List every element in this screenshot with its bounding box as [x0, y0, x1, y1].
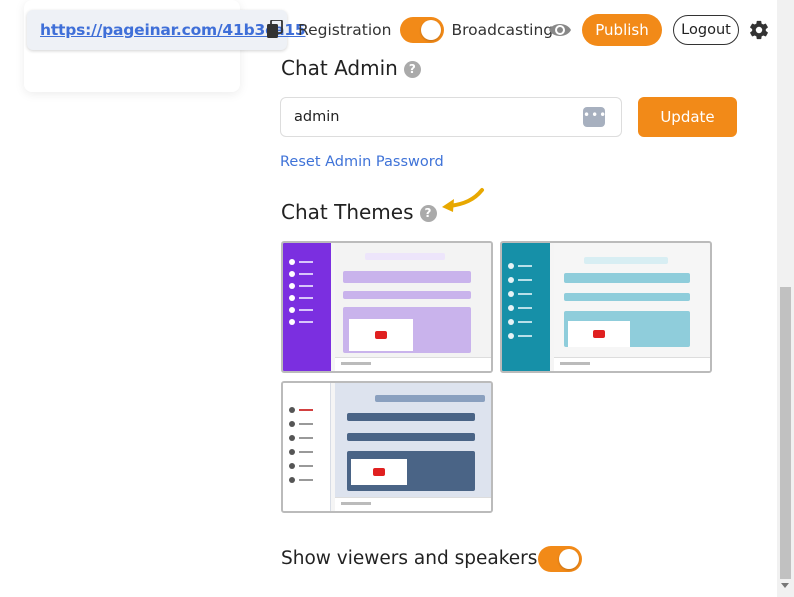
help-icon[interactable]: ? [419, 205, 437, 222]
theme-sidebar [283, 383, 331, 511]
registration-toggle[interactable] [400, 17, 445, 43]
eye-icon[interactable] [548, 20, 572, 40]
chat-themes-heading: Chat Themes? [281, 200, 437, 224]
logout-button[interactable]: Logout [673, 15, 739, 45]
chat-admin-heading: Chat Admin? [281, 56, 421, 80]
pointer-arrow-icon [442, 188, 484, 212]
copy-icon[interactable] [267, 20, 283, 38]
toggle-knob [421, 20, 442, 40]
admin-username-input[interactable] [280, 97, 622, 137]
chat-themes-title: Chat Themes [281, 200, 414, 224]
theme-sidebar [283, 243, 331, 371]
publish-button[interactable]: Publish [582, 14, 662, 46]
gear-icon[interactable] [748, 19, 770, 41]
theme-sidebar [502, 243, 550, 371]
theme-chat-area [335, 243, 491, 371]
page-url-link[interactable]: https://pageinar.com/41b3ca15 [40, 21, 306, 39]
help-icon[interactable]: ? [403, 61, 421, 78]
toggle-knob [559, 549, 579, 569]
update-button[interactable]: Update [638, 97, 737, 137]
show-viewers-label: Show viewers and speakers [281, 548, 538, 569]
registration-label: Registration [298, 21, 392, 39]
theme-chat-area [335, 383, 491, 511]
scroll-down-arrow-icon[interactable] [781, 583, 789, 588]
scrollbar-thumb[interactable] [780, 287, 791, 579]
chat-admin-title: Chat Admin [281, 56, 398, 80]
password-manager-icon[interactable]: ••• [583, 107, 606, 127]
reset-admin-password-link[interactable]: Reset Admin Password [280, 154, 444, 170]
url-box: https://pageinar.com/41b3ca15 [27, 10, 306, 50]
theme-slate-thumbnail[interactable] [281, 381, 493, 513]
theme-teal-thumbnail[interactable] [500, 241, 712, 373]
theme-purple-thumbnail[interactable] [281, 241, 493, 373]
broadcasting-label: Broadcasting [451, 21, 554, 39]
show-viewers-toggle[interactable] [538, 546, 582, 572]
top-toolbar: Registration Broadcasting [298, 12, 553, 48]
theme-chat-area [554, 243, 710, 371]
scrollbar[interactable] [777, 0, 794, 597]
